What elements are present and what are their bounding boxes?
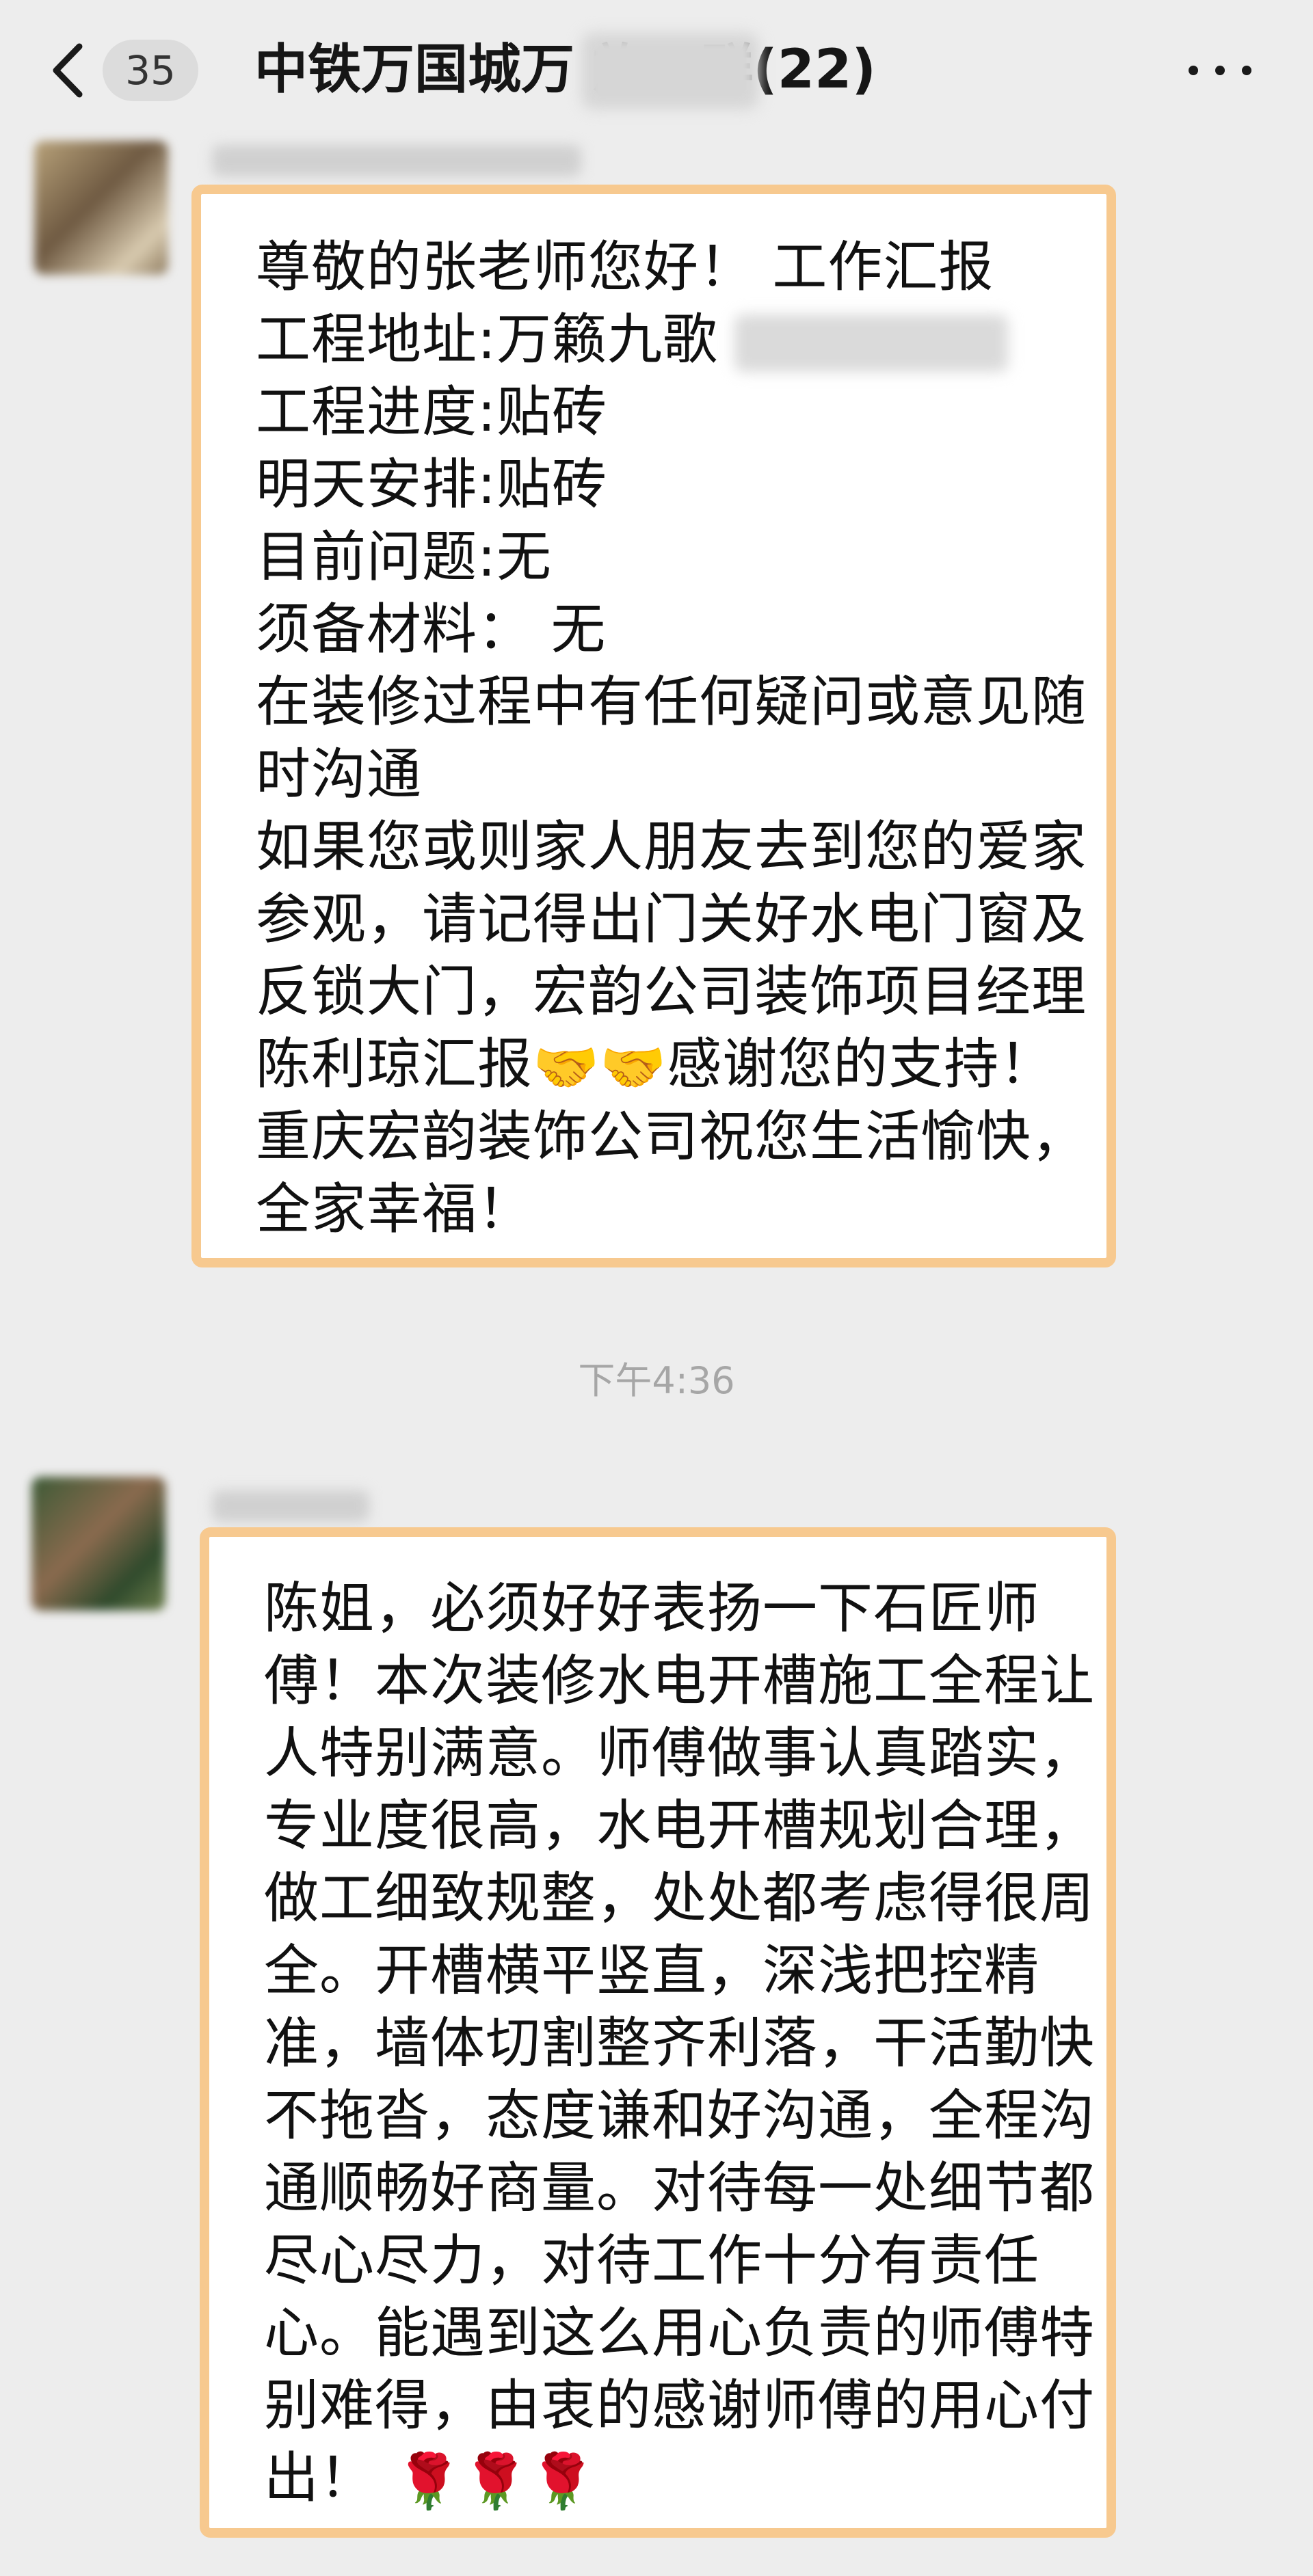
more-dots-icon — [1215, 66, 1225, 75]
sender-name-redacted — [212, 145, 581, 176]
chat-title[interactable]: 中铁万国城万 施工群(22) — [254, 29, 876, 111]
message-line: 明天安排:贴砖 — [256, 453, 607, 516]
message-line: 工程进度:贴砖 — [256, 380, 607, 444]
address-redaction — [734, 314, 1008, 373]
message-timestamp: 下午4:36 — [578, 1359, 735, 1402]
title-redaction — [581, 33, 759, 109]
message-line: 陈利琼汇报🤝🤝感谢您的支持！ — [256, 1028, 1055, 1101]
more-dots-icon — [1189, 66, 1198, 75]
message-line: 如果您或则家人朋友去到您的爱家 — [256, 815, 1087, 878]
message-line: 心。能遇到这么用心负责的师傅特 — [264, 2301, 1095, 2365]
message-line: 做工细致规整，处处都考虑得很周 — [264, 1866, 1095, 1930]
message-line: 傅！本次装修水电开槽施工全程让 — [264, 1649, 1095, 1713]
message-text: 感谢您的支持！ — [667, 1032, 1055, 1096]
message-line: 在装修过程中有任何疑问或意见随 — [256, 670, 1087, 734]
unread-count-badge[interactable]: 35 — [103, 40, 198, 101]
more-options-button[interactable] — [1189, 42, 1251, 97]
sender-avatar[interactable] — [31, 1477, 165, 1611]
sender-avatar[interactable] — [34, 141, 168, 275]
more-dots-icon — [1242, 66, 1251, 75]
message-line: 时沟通 — [256, 742, 422, 806]
message-text: 出！ — [264, 2446, 375, 2510]
message-text: 陈利琼汇报 — [256, 1032, 533, 1096]
message-line: 别难得，由衷的感谢师傅的用心付 — [264, 2374, 1095, 2437]
message-line: 须备材料： 无 — [256, 598, 607, 661]
message-line: 尊敬的张老师您好！ 工作汇报 — [256, 235, 994, 299]
message-line: 专业度很高，水电开槽规划合理， — [264, 1794, 1095, 1857]
message-line: 目前问题:无 — [256, 525, 552, 589]
handshake-emoji: 🤝🤝 — [533, 1037, 667, 1099]
sender-name-redacted — [212, 1490, 369, 1522]
message-line: 工程地址:万籁九歌 — [256, 304, 1008, 376]
message-line: 出！ 🌹🌹🌹 — [264, 2442, 596, 2514]
message-line: 人特别满意。师傅做事认真踏实， — [264, 1721, 1095, 1785]
message-line: 参观，请记得出门关好水电门窗及 — [256, 887, 1087, 951]
message-line: 全。开槽横平竖直，深浅把控精 — [264, 1939, 1039, 2002]
message-bubble[interactable]: 尊敬的张老师您好！ 工作汇报 工程地址:万籁九歌 工程进度:贴砖 明天安排:贴砖… — [191, 185, 1116, 1267]
message-bubble[interactable]: 陈姐，必须好好表扬一下石匠师 傅！本次装修水电开槽施工全程让 人特别满意。师傅做… — [200, 1527, 1116, 2538]
message-line: 准，墙体切割整齐利落，干活勤快 — [264, 2011, 1095, 2075]
chevron-left-icon — [53, 43, 83, 98]
message-line: 全家幸福！ — [256, 1177, 533, 1241]
message-line: 不拖沓，态度谦和好沟通，全程沟 — [264, 2084, 1095, 2147]
chat-header: 35 中铁万国城万 施工群(22) — [0, 0, 1313, 137]
message-line: 陈姐，必须好好表扬一下石匠师 — [264, 1577, 1039, 1640]
message-line: 通顺畅好商量。对待每一处细节都 — [264, 2156, 1095, 2220]
message-line: 反锁大门，宏韵公司装饰项目经理 — [256, 960, 1087, 1023]
message-line: 尽心尽力，对待工作十分有责任 — [264, 2229, 1039, 2292]
back-button[interactable] — [44, 40, 98, 101]
address-label: 工程地址:万籁九歌 — [256, 308, 718, 371]
rose-emoji: 🌹🌹🌹 — [395, 2451, 597, 2513]
message-line: 重庆宏韵装饰公司祝您生活愉快， — [256, 1105, 1087, 1168]
